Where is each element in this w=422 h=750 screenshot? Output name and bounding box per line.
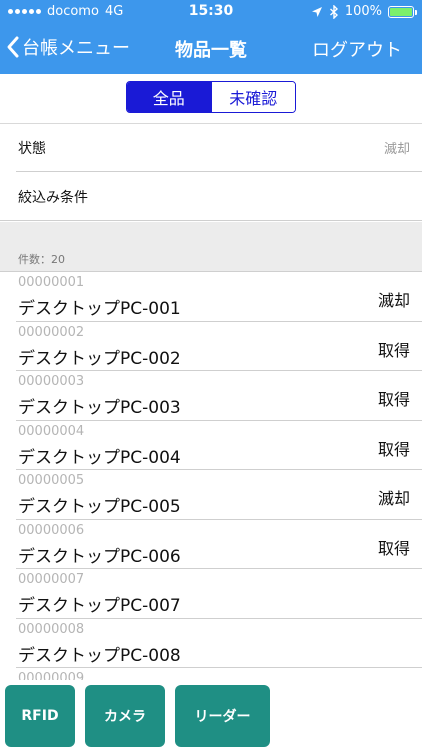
item-code: 00000005: [18, 473, 85, 488]
item-name: デスクトップPC-007: [18, 596, 181, 616]
item-code: 00000002: [18, 324, 85, 340]
item-code: 00000007: [18, 572, 85, 587]
status-bar: docomo 4G 15:30 100%: [0, 0, 422, 24]
item-status: 滅却: [377, 291, 410, 310]
item-status: 取得: [377, 538, 410, 558]
item-name: デスクトップPC-002: [18, 348, 181, 369]
item-code: 00000004: [18, 423, 85, 439]
item-status: 取得: [377, 390, 410, 409]
item-count: 件数：20: [18, 253, 65, 266]
item-name: デスクトップPC-003: [18, 398, 181, 418]
item-name: デスクトップPC-004: [18, 447, 181, 468]
list-item[interactable]: 00000005 デスクトップPC-005 滅却: [16, 470, 422, 520]
bluetooth-icon: [329, 4, 338, 19]
item-status: 滅却: [377, 489, 410, 508]
rfid-button[interactable]: RFID: [5, 685, 75, 747]
narrow-filter-row[interactable]: 絞込み条件: [0, 173, 422, 221]
divider: [0, 220, 422, 221]
state-filter-value: 滅却: [383, 142, 410, 157]
segment-all-items[interactable]: 全品: [127, 82, 211, 112]
bottom-toolbar: RFID カメラ リーダー: [0, 680, 422, 750]
state-filter-label: 状態: [18, 141, 46, 157]
list-item[interactable]: 00000001 デスクトップPC-001 滅却: [16, 272, 422, 322]
logout-button[interactable]: ログアウト: [312, 36, 402, 62]
item-code: 00000001: [18, 275, 85, 290]
battery-icon: [388, 5, 417, 18]
list-item[interactable]: 00000004 デスクトップPC-004 取得: [16, 421, 422, 470]
item-status: 取得: [377, 340, 410, 360]
narrow-filter-label: 絞込み条件: [18, 190, 88, 206]
item-name: デスクトップPC-001: [18, 299, 181, 319]
item-list[interactable]: 00000001 デスクトップPC-001 滅却 00000002 デスクトップ…: [0, 271, 422, 680]
location-icon: [311, 6, 322, 17]
list-item[interactable]: 00000006 デスクトップPC-006 取得: [16, 520, 422, 569]
item-code: 00000008: [18, 621, 85, 637]
segment-unconfirmed[interactable]: 未確認: [210, 82, 295, 112]
item-code: 00000006: [18, 522, 85, 538]
navigation-bar: 台帳メニュー 物品一覧 ログアウト: [0, 26, 422, 72]
state-filter-row[interactable]: 状態 滅却: [0, 124, 422, 172]
list-item[interactable]: 00000002 デスクトップPC-002 取得: [16, 322, 422, 371]
reader-button[interactable]: リーダー: [175, 685, 270, 747]
divider: [16, 171, 422, 172]
camera-button[interactable]: カメラ: [85, 685, 165, 747]
app-header: docomo 4G 15:30 100% 台帳メニュー 物品一覧 ログアウト: [0, 0, 422, 74]
list-item[interactable]: 00000009: [16, 668, 422, 680]
item-name: デスクトップPC-008: [18, 645, 181, 666]
battery-percent: 100%: [344, 4, 382, 19]
item-name: デスクトップPC-006: [18, 546, 181, 567]
status-right: 100%: [311, 4, 417, 19]
item-code: 00000009: [18, 671, 85, 680]
item-code: 00000003: [18, 374, 85, 389]
list-item[interactable]: 00000008 デスクトップPC-008: [16, 619, 422, 668]
item-name: デスクトップPC-005: [18, 497, 181, 517]
list-item[interactable]: 00000007 デスクトップPC-007: [16, 569, 422, 619]
filter-segmented-control: 全品 未確認: [126, 81, 296, 113]
list-item[interactable]: 00000003 デスクトップPC-003 取得: [16, 371, 422, 421]
item-status: 取得: [377, 439, 410, 459]
